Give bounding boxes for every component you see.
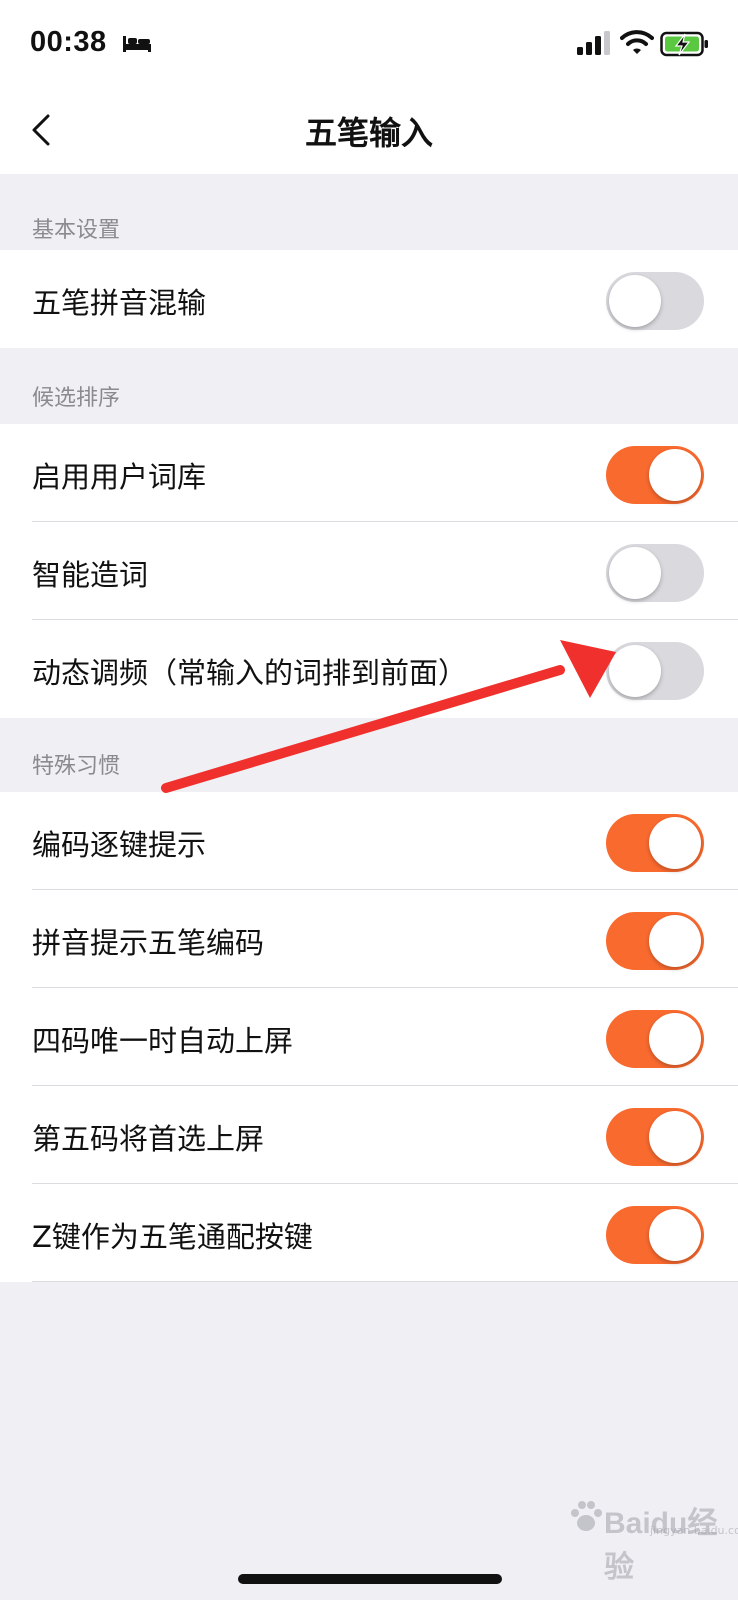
status-time: 00:38 xyxy=(30,26,107,58)
toggle-knob xyxy=(649,915,701,967)
setting-label: 第五码将首选上屏 xyxy=(32,1122,265,1156)
section-header-special-habits: 特殊习惯 xyxy=(32,754,121,779)
settings-group-special-habits: 编码逐键提示 拼音提示五笔编码 四码唯一时自动上屏 第五码将首选上屏 Z键作为五… xyxy=(0,792,738,1282)
toggle-switch[interactable] xyxy=(606,1010,704,1068)
setting-row: 启用用户词库 xyxy=(0,424,738,522)
watermark-url: jingyan.baidu.com xyxy=(650,1524,738,1537)
setting-label: 五笔拼音混输 xyxy=(32,286,207,320)
toggle-switch[interactable] xyxy=(606,446,704,504)
setting-label: 智能造词 xyxy=(32,558,149,592)
setting-row: 四码唯一时自动上屏 xyxy=(0,988,738,1086)
toggle-knob xyxy=(609,547,661,599)
toggle-knob xyxy=(649,1013,701,1065)
nav-bar: 五笔输入 xyxy=(0,88,738,174)
toggle-knob xyxy=(649,817,701,869)
toggle-knob xyxy=(609,275,661,327)
wifi-icon xyxy=(620,30,654,54)
setting-label: 动态调频（常输入的词排到前面） xyxy=(32,656,468,690)
toggle-switch[interactable] xyxy=(606,642,704,700)
watermark-brand: Baidu经验 xyxy=(604,1507,718,1584)
divider xyxy=(32,1281,738,1282)
setting-row: 智能造词 xyxy=(0,522,738,620)
setting-row: 拼音提示五笔编码 xyxy=(0,890,738,988)
setting-label: 启用用户词库 xyxy=(32,460,207,494)
setting-label: Z键作为五笔通配按键 xyxy=(32,1220,313,1254)
setting-row: 动态调频（常输入的词排到前面） xyxy=(0,620,738,718)
toggle-knob xyxy=(649,449,701,501)
toggle-switch[interactable] xyxy=(606,912,704,970)
toggle-switch[interactable] xyxy=(606,544,704,602)
toggle-switch[interactable] xyxy=(606,272,704,330)
toggle-switch[interactable] xyxy=(606,1108,704,1166)
section-header-basic: 基本设置 xyxy=(32,218,121,243)
setting-row: 第五码将首选上屏 xyxy=(0,1086,738,1184)
signal-icon xyxy=(577,31,610,55)
settings-group-candidate-sort: 启用用户词库 智能造词 动态调频（常输入的词排到前面） xyxy=(0,424,738,718)
toggle-knob xyxy=(649,1209,701,1261)
toggle-switch[interactable] xyxy=(606,814,704,872)
setting-row: 编码逐键提示 xyxy=(0,792,738,890)
settings-group-basic: 五笔拼音混输 xyxy=(0,250,738,348)
setting-label: 拼音提示五笔编码 xyxy=(32,926,265,960)
status-bar: 00:38 xyxy=(0,0,738,88)
baidu-watermark: Baidu经验 jingyan.baidu.com xyxy=(562,1490,738,1584)
toggle-knob xyxy=(609,645,661,697)
setting-label: 编码逐键提示 xyxy=(32,828,207,862)
section-header-candidate-sort: 候选排序 xyxy=(32,386,121,411)
toggle-knob xyxy=(649,1111,701,1163)
setting-row: Z键作为五笔通配按键 xyxy=(0,1184,738,1282)
home-indicator[interactable] xyxy=(238,1574,502,1584)
battery-charging-icon xyxy=(660,31,708,57)
page-title: 五笔输入 xyxy=(304,114,433,152)
setting-row: 五笔拼音混输 xyxy=(0,250,738,348)
setting-label: 四码唯一时自动上屏 xyxy=(32,1024,294,1058)
toggle-switch[interactable] xyxy=(606,1206,704,1264)
bed-icon xyxy=(123,36,151,52)
paw-icon xyxy=(571,1501,602,1531)
